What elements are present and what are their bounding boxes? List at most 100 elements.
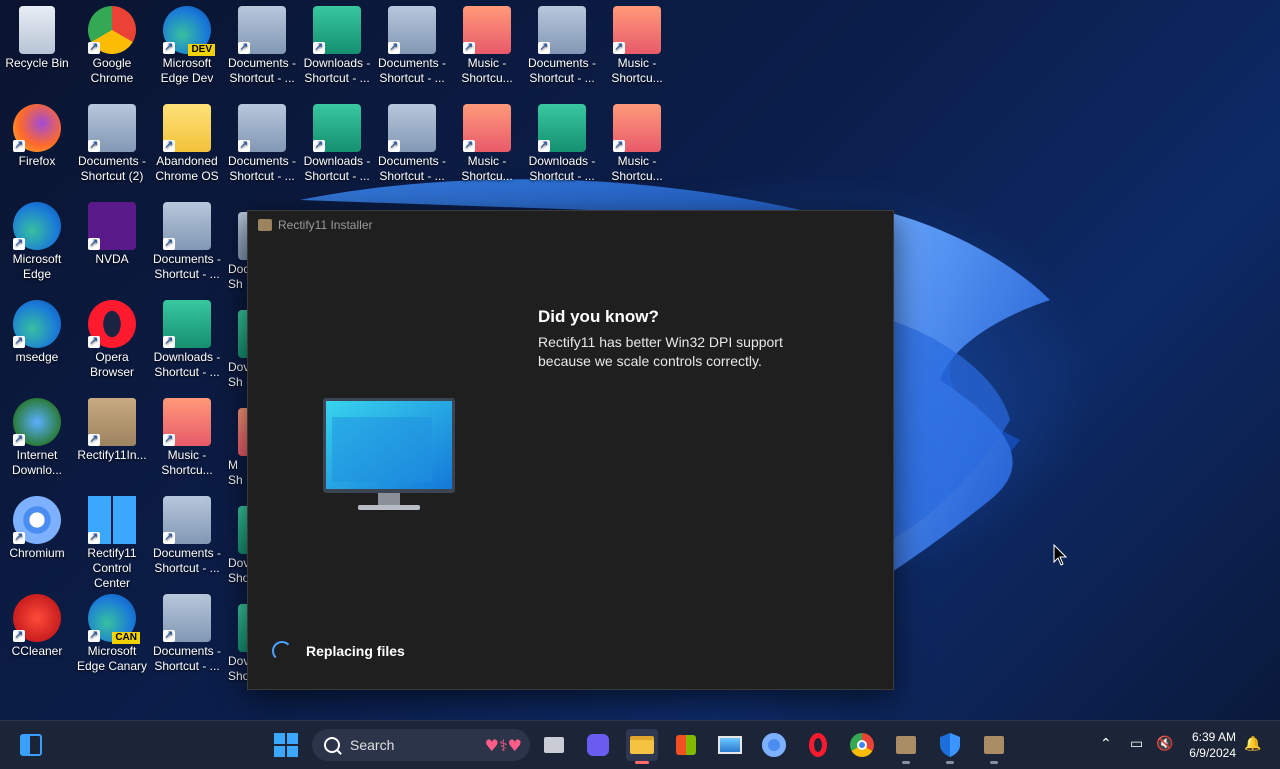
mouse-cursor-icon: [1053, 544, 1067, 566]
chrome-icon: [88, 6, 136, 54]
desktop-icon[interactable]: msedge: [0, 296, 74, 365]
internet-download-manager-icon: [13, 398, 61, 446]
desktop-icon-label: Rectify11In...: [77, 448, 147, 462]
desktop-icon-label: Documents - Shortcut - ...: [152, 252, 222, 281]
documents-folder-icon: [163, 202, 211, 250]
desktop-icon[interactable]: Documents - Shortcut - ...: [375, 2, 449, 86]
desktop-icon[interactable]: Rectify11In...: [75, 394, 149, 463]
volume-muted-icon[interactable]: 🔇: [1156, 736, 1173, 752]
desktop-icon[interactable]: Music - Shortcu...: [600, 2, 674, 86]
tip-text: Rectify11 has better Win32 DPI support b…: [538, 334, 783, 369]
shortcut-arrow-icon: [163, 431, 175, 446]
installer-taskbar-button-1[interactable]: [890, 729, 922, 761]
desktop-icon[interactable]: Abandoned Chrome OS: [150, 100, 224, 184]
photos-button[interactable]: [714, 729, 746, 761]
chevron-up-icon[interactable]: ⌃: [1100, 736, 1112, 752]
desktop-icon[interactable]: Internet Downlo...: [0, 394, 74, 478]
documents-folder-icon: [88, 104, 136, 152]
meet-button[interactable]: [583, 729, 615, 761]
search-icon: [324, 737, 340, 753]
desktop-icon[interactable]: DEVMicrosoft Edge Dev: [150, 2, 224, 86]
desktop-icon[interactable]: Downloads - Shortcut - ...: [150, 296, 224, 380]
desktop-icon[interactable]: CANMicrosoft Edge Canary: [75, 590, 149, 674]
desktop-icon[interactable]: Documents - Shortcut (2): [75, 100, 149, 184]
desktop-icon[interactable]: Documents - Shortcut - ...: [150, 590, 224, 674]
desktop-icon[interactable]: Music - Shortcu...: [600, 100, 674, 184]
installer-window[interactable]: Rectify11 Installer Did you know? Rectif…: [247, 210, 894, 690]
desktop-icon[interactable]: Opera Browser: [75, 296, 149, 380]
chromium-icon: [13, 496, 61, 544]
file-explorer-button[interactable]: [626, 729, 658, 761]
shortcut-arrow-icon: [88, 333, 100, 348]
chromium-icon: [762, 733, 786, 757]
search-placeholder: Search: [350, 737, 395, 753]
opera-taskbar-button[interactable]: [802, 729, 834, 761]
installer-taskbar-button-2[interactable]: [978, 729, 1010, 761]
task-view-icon: [544, 737, 564, 753]
widgets-button[interactable]: [16, 729, 48, 761]
desktop-icon-label: Documents - Shortcut - ...: [227, 154, 297, 183]
desktop-icon[interactable]: Documents - Shortcut - ...: [375, 100, 449, 184]
desktop-icon[interactable]: Downloads - Shortcut - ...: [525, 100, 599, 184]
desktop-icon[interactable]: Google Chrome: [75, 2, 149, 86]
desktop-icon[interactable]: Chromium: [0, 492, 74, 561]
desktop-icon[interactable]: Documents - Shortcut - ...: [150, 198, 224, 282]
desktop-icon[interactable]: Recycle Bin: [0, 2, 74, 71]
shortcut-arrow-icon: [88, 235, 100, 250]
shortcut-arrow-icon: [88, 627, 100, 642]
downloads-folder-icon: [313, 6, 361, 54]
desktop-icon-label: Google Chrome: [90, 56, 134, 85]
desktop-icon-label: Microsoft Edge: [12, 252, 62, 281]
search-box[interactable]: Search ♥⚕♥: [312, 729, 530, 761]
window-title: Rectify11 Installer: [278, 218, 373, 232]
desktop-icon[interactable]: Firefox: [0, 100, 74, 169]
chromium-taskbar-button[interactable]: [758, 729, 790, 761]
documents-folder-icon: [538, 6, 586, 54]
desktop-icon[interactable]: Music - Shortcu...: [450, 2, 524, 86]
shortcut-arrow-icon: [88, 39, 100, 54]
shortcut-arrow-icon: [463, 137, 475, 152]
desktop-icon[interactable]: Music - Shortcu...: [150, 394, 224, 478]
defender-taskbar-button[interactable]: [934, 729, 966, 761]
shortcut-arrow-icon: [163, 333, 175, 348]
running-indicator: [990, 761, 998, 764]
opera-icon: [809, 733, 827, 757]
network-icon[interactable]: ▭: [1130, 736, 1143, 752]
desktop-icon-label: Rectify11 Control Center: [87, 546, 137, 590]
desktop-icon[interactable]: Documents - Shortcut - ...: [225, 2, 299, 86]
edge-icon: [13, 300, 61, 348]
downloads-folder-icon: [163, 300, 211, 348]
desktop-icon[interactable]: Downloads - Shortcut - ...: [300, 2, 374, 86]
search-highlight-icon: ♥⚕♥: [484, 735, 522, 755]
shortcut-arrow-icon: [238, 39, 250, 54]
chrome-taskbar-button[interactable]: [846, 729, 878, 761]
desktop-icon[interactable]: Music - Shortcu...: [450, 100, 524, 184]
desktop-icon-label: Documents - Shortcut (2): [77, 154, 147, 183]
shortcut-arrow-icon: [538, 39, 550, 54]
documents-folder-icon: [163, 496, 211, 544]
desktop-icon-label: msedge: [15, 350, 59, 364]
window-titlebar[interactable]: Rectify11 Installer: [248, 211, 893, 239]
icon-badge: CAN: [112, 632, 140, 644]
desktop-icon[interactable]: Downloads - Shortcut - ...: [300, 100, 374, 184]
icon-badge: DEV: [188, 44, 215, 56]
notification-bell-icon[interactable]: 🔔: [1244, 736, 1261, 752]
shortcut-arrow-icon: [88, 529, 100, 544]
desktop-icon[interactable]: Documents - Shortcut - ...: [225, 100, 299, 184]
desktop-icon[interactable]: Documents - Shortcut - ...: [525, 2, 599, 86]
desktop-icon-label: NVDA: [95, 252, 129, 266]
clock[interactable]: 6:39 AM 6/9/2024: [1189, 729, 1236, 761]
start-button[interactable]: [270, 729, 302, 761]
desktop-icon[interactable]: CCleaner: [0, 590, 74, 659]
desktop-icon[interactable]: Documents - Shortcut - ...: [150, 492, 224, 576]
desktop-icon[interactable]: Microsoft Edge: [0, 198, 74, 282]
desktop-icon[interactable]: Rectify11 Control Center: [75, 492, 149, 591]
desktop-icon-label: Documents - Shortcut - ...: [227, 56, 297, 85]
shortcut-arrow-icon: [13, 137, 25, 152]
task-view-button[interactable]: [540, 729, 572, 761]
desktop-icon[interactable]: NVDA: [75, 198, 149, 267]
desktop-icon-label: Documents - Shortcut - ...: [152, 644, 222, 673]
ccleaner-icon: [13, 594, 61, 642]
taskbar: Search ♥⚕♥ ⌃ ▭ 🔇 6:39 AM 6/9/2024 🔔: [0, 720, 1280, 769]
store-button[interactable]: [670, 729, 702, 761]
